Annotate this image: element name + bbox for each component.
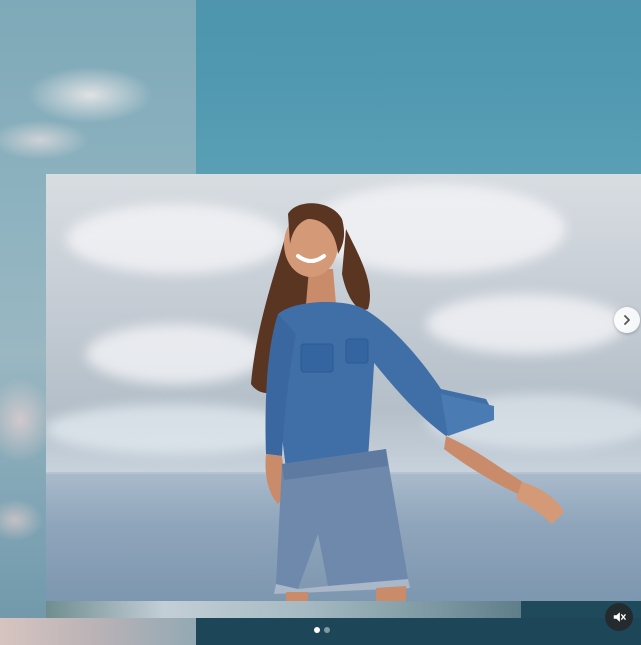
speaker-muted-icon xyxy=(613,612,626,622)
collage-water-strip xyxy=(46,601,521,618)
collage-dark-band xyxy=(196,618,641,645)
collage-sky-block xyxy=(196,0,641,174)
carousel-indicator xyxy=(314,627,330,633)
main-photo xyxy=(46,174,641,601)
carousel-dot-active xyxy=(314,627,320,633)
collage-pink-band xyxy=(0,618,196,645)
woman-figure xyxy=(251,203,564,601)
chevron-right-icon xyxy=(624,315,630,325)
post-media[interactable] xyxy=(0,0,641,645)
audio-toggle-button[interactable] xyxy=(605,603,633,631)
carousel-next-button[interactable] xyxy=(614,307,640,333)
carousel-dot xyxy=(324,627,330,633)
